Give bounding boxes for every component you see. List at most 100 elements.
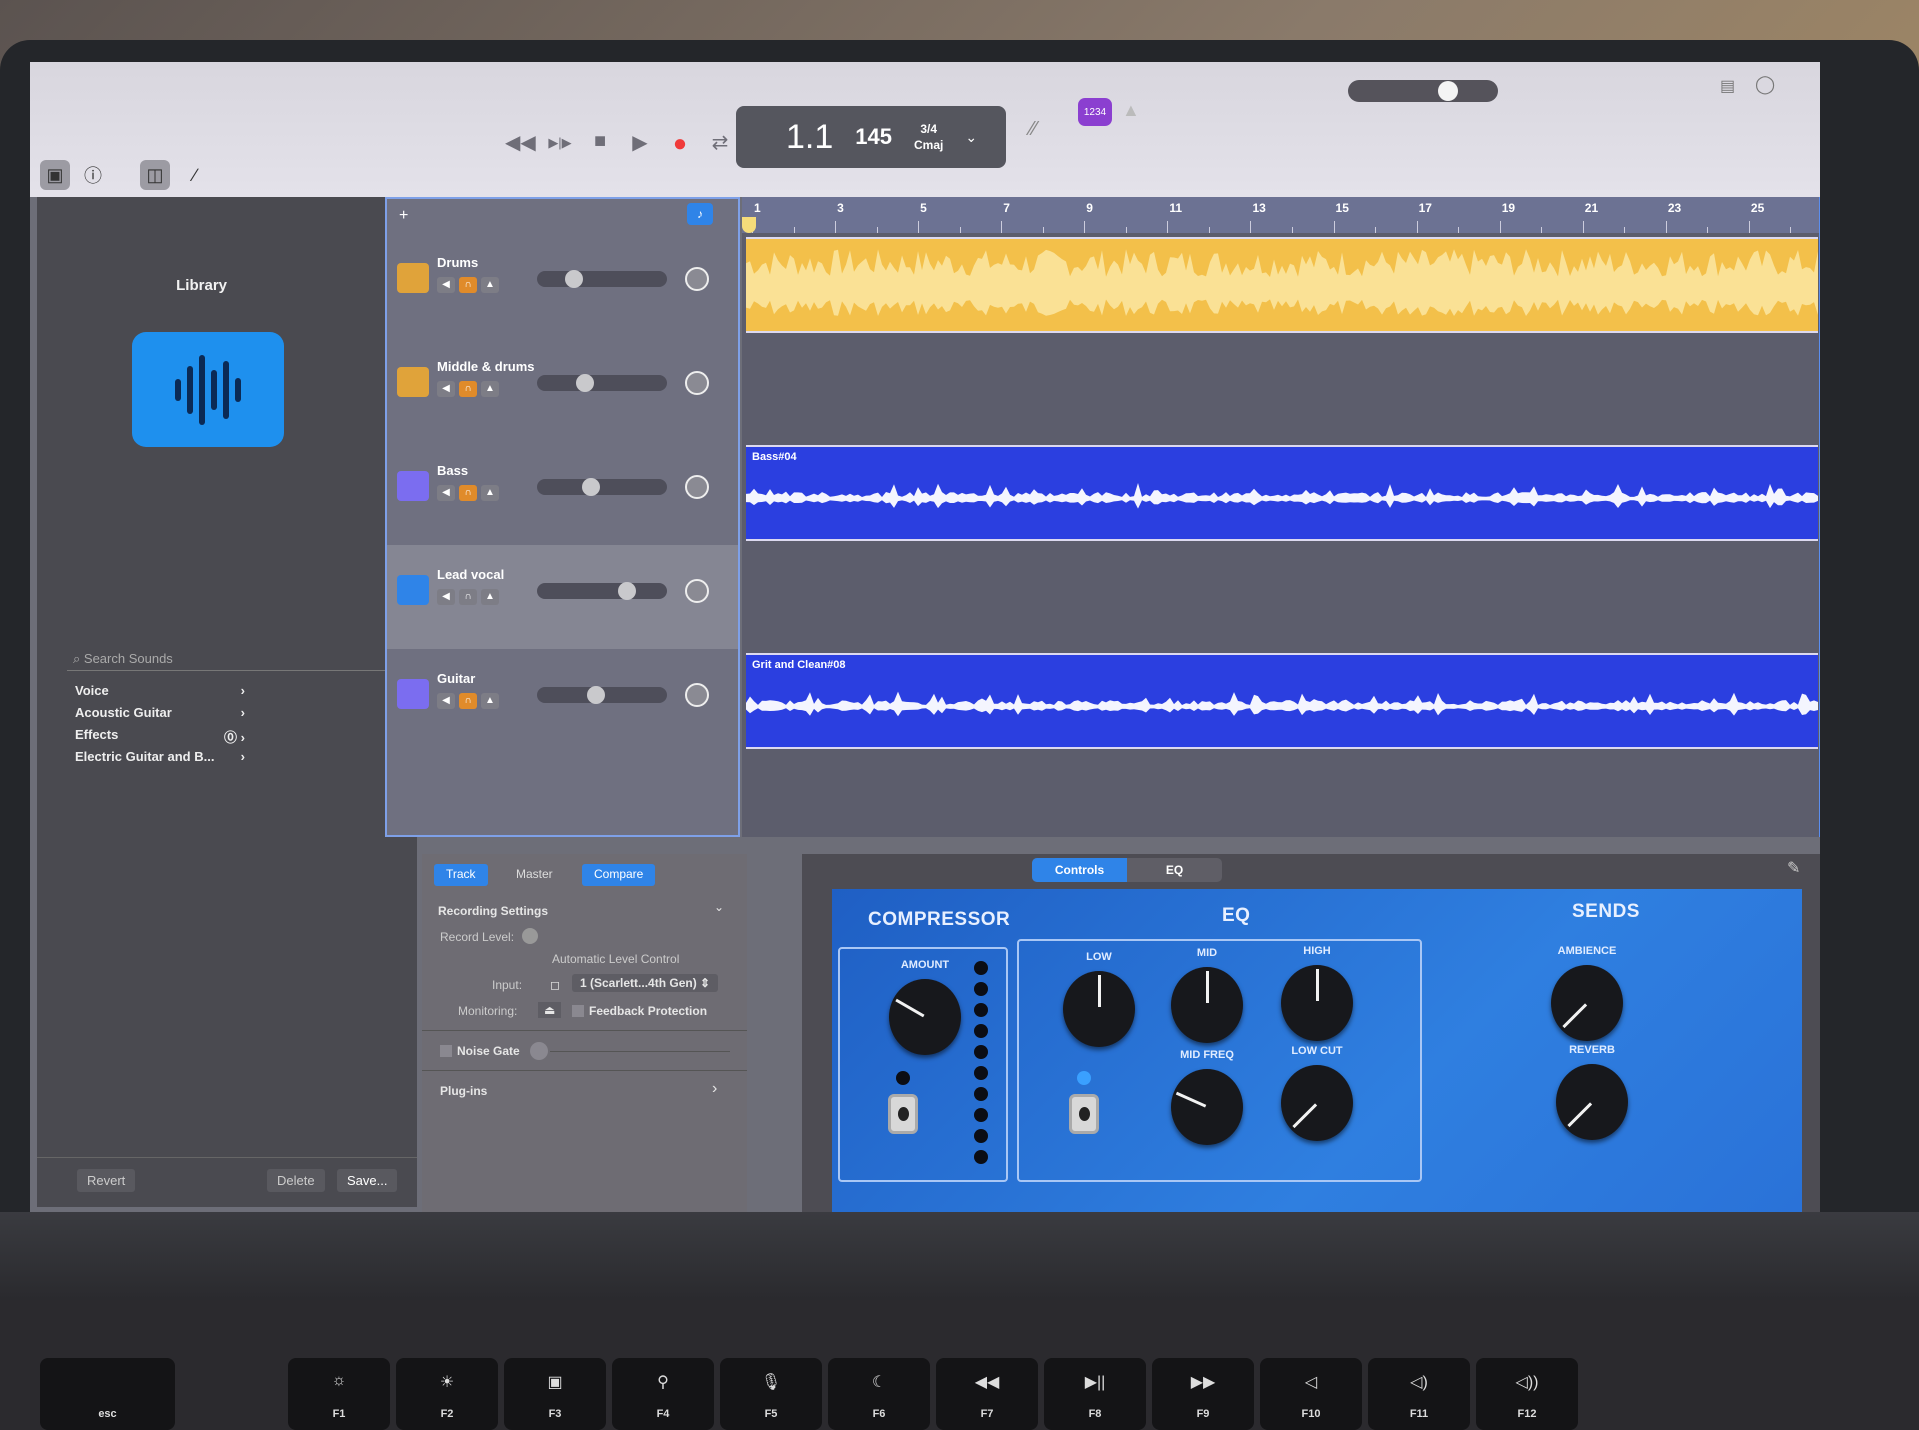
volume-slider[interactable] [537,686,667,704]
revert-button[interactable]: Revert [77,1169,136,1192]
save-button[interactable]: Save... [337,1169,398,1192]
audio-region[interactable]: Grit and Clean#08 [746,653,1818,749]
tuner-icon[interactable]: ⁄⁄ [1030,118,1037,141]
mute-icon[interactable]: ◀ [437,589,455,605]
record-enable-icon[interactable]: ▲ [481,381,499,397]
play-button[interactable]: ▶ [625,130,655,158]
knob-body[interactable] [1281,965,1353,1041]
notepad-icon[interactable]: ▤ [1720,76,1735,96]
compressor-amount-knob[interactable]: AMOUNT [880,959,970,1055]
sends-ambience-knob[interactable]: AMBIENCE [1542,945,1632,1041]
key-esc[interactable]: esc [40,1358,175,1430]
chevron-down-icon[interactable]: ⌄ [965,129,977,146]
stop-button[interactable]: ■ [585,130,615,158]
volume-slider[interactable] [537,374,667,392]
slider-thumb[interactable] [565,270,583,288]
eq-mid-knob[interactable]: MID [1162,947,1252,1043]
headphones-icon[interactable]: ∩ [459,485,477,501]
record-enable-icon[interactable]: ▲ [481,277,499,293]
track-header[interactable]: Drums ◀ ∩ ▲ [387,233,738,337]
compressor-toggle[interactable] [888,1094,918,1134]
mute-icon[interactable]: ◀ [437,381,455,397]
ruler[interactable]: 1 3 5 7 9 11 13 15 17 19 21 23 25 [742,197,1819,233]
key-f7[interactable]: ◀◀ F7 [936,1358,1038,1430]
smart-tempo-icon[interactable]: ♪ [687,203,713,225]
record-level-slider[interactable] [522,928,538,944]
editor-icon[interactable]: ∕ [180,160,210,190]
add-track-icon[interactable]: + [399,207,408,225]
headphones-icon[interactable]: ∩ [459,381,477,397]
pan-knob[interactable] [685,267,709,291]
tab-track[interactable]: Track [434,864,488,886]
count-in-button[interactable]: 1234 [1078,98,1112,126]
delete-button[interactable]: Delete [267,1169,325,1192]
library-item[interactable]: Electric Guitar and B... › [75,749,245,764]
pencil-icon[interactable]: ✎ [1787,858,1800,878]
eq-toggle[interactable] [1069,1094,1099,1134]
eq-high-knob[interactable]: HIGH [1272,945,1362,1041]
pan-knob[interactable] [685,683,709,707]
input-mono-icon[interactable]: ◻ [550,978,560,992]
chevron-right-icon[interactable]: › [712,1080,717,1098]
metronome-icon[interactable]: ▲ [1122,100,1140,121]
record-enable-icon[interactable]: ▲ [481,693,499,709]
input-select[interactable]: 1 (Scarlett...4th Gen) ⇕ [572,974,719,992]
key-f9[interactable]: ▶▶ F9 [1152,1358,1254,1430]
slider-thumb[interactable] [587,686,606,704]
library-item[interactable]: Acoustic Guitar › [75,705,245,720]
search-input[interactable]: ⌕ Search Sounds [67,645,407,671]
knob-body[interactable] [1063,971,1135,1047]
key-f5[interactable]: 🎙 F5 [720,1358,822,1430]
headphones-icon[interactable]: ∩ [459,589,477,605]
tab-eq[interactable]: EQ [1127,858,1222,882]
key-f8[interactable]: ▶|| F8 [1044,1358,1146,1430]
rewind-button[interactable]: ◀◀ [505,130,536,158]
knob-body[interactable] [1551,965,1623,1041]
library-icon[interactable]: ▣ [40,160,70,190]
pan-knob[interactable] [685,475,709,499]
slider-thumb[interactable] [581,478,600,496]
smart-controls-icon[interactable]: ◫ [140,160,170,190]
knob-body[interactable] [1556,1064,1628,1140]
knob-body[interactable] [1171,1069,1243,1145]
compare-button[interactable]: Compare [582,864,656,886]
record-enable-icon[interactable]: ▲ [481,589,499,605]
info-icon[interactable]: ⓘ [78,160,108,190]
master-volume-slider[interactable] [1348,80,1498,102]
audio-region[interactable]: Bass#04 [746,445,1818,541]
pan-knob[interactable] [685,579,709,603]
tab-controls[interactable]: Controls [1032,858,1127,882]
key-f12[interactable]: ◁)) F12 [1476,1358,1578,1430]
eq-low-cut-knob[interactable]: LOW CUT [1272,1045,1362,1141]
key-f10[interactable]: ◁ F10 [1260,1358,1362,1430]
pan-knob[interactable] [685,371,709,395]
noise-gate-slider[interactable] [530,1042,548,1060]
track-header[interactable]: Lead vocal ◀ ∩ ▲ [387,545,738,649]
record-enable-icon[interactable]: ▲ [481,485,499,501]
record-button[interactable]: ● [665,130,695,158]
forward-button[interactable]: ▶|▶ [545,130,575,158]
library-item[interactable]: Effects ⓪ › [75,727,245,746]
audio-region[interactable] [746,237,1818,333]
noise-gate-checkbox[interactable]: Noise Gate [440,1044,520,1058]
lcd-display[interactable]: 1.1 145 3/4 Cmaj ⌄ [736,106,1006,168]
playhead[interactable] [742,217,756,233]
feedback-protection-checkbox[interactable]: Feedback Protection [572,1004,707,1018]
volume-slider[interactable] [537,478,667,496]
slider-thumb[interactable] [617,582,636,600]
loop-browser-icon[interactable]: ◯ [1755,74,1775,95]
knob-body[interactable] [889,979,961,1055]
eq-low-knob[interactable]: LOW [1054,951,1144,1047]
knob-body[interactable] [1171,967,1243,1043]
track-header[interactable]: Bass ◀ ∩ ▲ [387,441,738,545]
slider-thumb[interactable] [576,374,595,392]
key-f6[interactable]: ☾ F6 [828,1358,930,1430]
sends-reverb-knob[interactable]: REVERB [1547,1044,1637,1140]
key-f11[interactable]: ◁) F11 [1368,1358,1470,1430]
mute-icon[interactable]: ◀ [437,485,455,501]
library-item[interactable]: Voice › [75,683,245,698]
key-f4[interactable]: ⚲ F4 [612,1358,714,1430]
mute-icon[interactable]: ◀ [437,277,455,293]
tab-master[interactable]: Master [504,864,565,886]
cycle-button[interactable]: ⇄ [705,130,735,158]
